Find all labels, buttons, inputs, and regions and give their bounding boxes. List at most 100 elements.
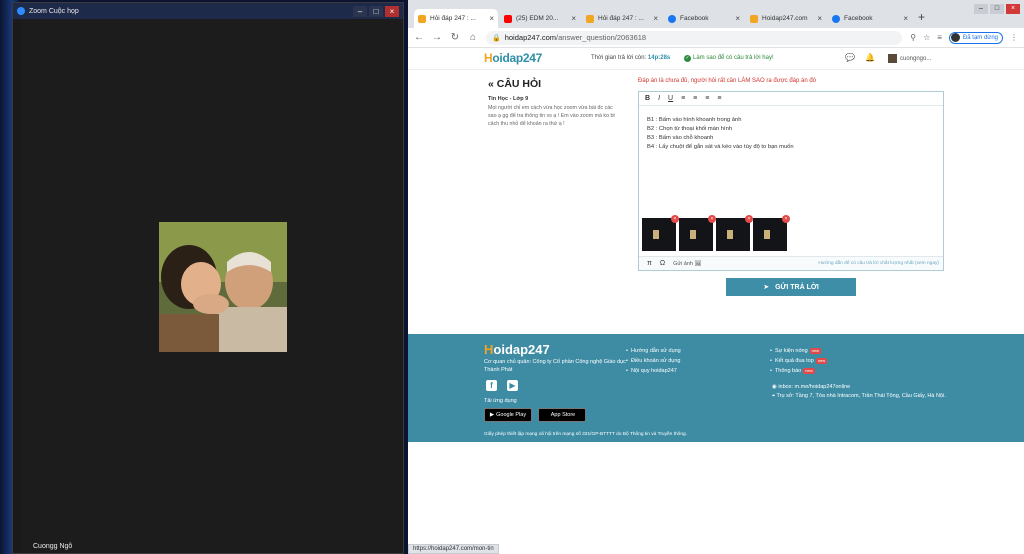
align-right-button[interactable]: ≡ [705,95,709,102]
home-icon[interactable]: ⌂ [468,32,478,43]
hoidap-favicon-icon [586,14,594,23]
chat-icon[interactable]: 💬 [845,53,855,62]
answer-line: B4 : Lấy chuột để gắn sát và kéo vào tùy… [647,144,794,150]
zoom-window: Zoom Cuộc họp – □ × Cuongg Ngô [12,2,404,554]
google-play-button[interactable]: ▶ Google Play [484,408,532,422]
status-bar-url: https://hoidap247.com/mon-tin [408,544,499,554]
submit-answer-button[interactable]: ➤ GỬI TRẢ LỜI [726,278,856,296]
bookmark-star-icon[interactable]: ☆ [923,33,930,42]
youtube-favicon-icon [504,14,512,23]
footer-owner: Cơ quan chủ quản: Công ty Cổ phần Công n… [484,359,626,373]
new-badge: new [815,357,828,364]
youtube-icon[interactable]: ▶ [507,380,518,391]
hoidap-favicon-icon [418,14,426,23]
remove-image-icon[interactable]: × [782,215,790,223]
browser-close-button[interactable]: × [1006,4,1020,14]
answer-guide-link[interactable]: Hướng dẫn để có câu trả lời chất lượng n… [818,261,939,266]
close-button[interactable]: × [385,5,399,17]
desktop: Zoom Cuộc họp – □ × Cuongg Ngô Hỏi đáp 2… [0,0,1024,554]
new-badge: new [803,367,815,374]
align-justify-button[interactable]: ≡ [717,95,721,102]
answer-line: B1 : Bấm vào hình khoanh trong ảnh [647,117,742,123]
inbox-link[interactable]: ◉ inbox: m.me/hoidap247online [772,383,962,392]
user-menu[interactable]: cuongngo... [888,54,931,63]
close-tab-icon[interactable]: × [653,14,658,23]
browser-window: Hỏi đáp 247 : ... × (25) EDM 20... × Hỏi… [408,0,1024,554]
reading-list-icon[interactable]: ≡ [937,33,942,42]
browser-toolbar: ← → ↻ ⌂ 🔒 hoidap247.com/answer_question/… [408,28,1024,48]
menu-kebab-icon[interactable]: ⋮ [1010,33,1018,42]
zoom-app-icon [17,7,25,15]
footer-news-item[interactable]: Thông báonew [770,366,827,376]
zoom-window-title: Zoom Cuộc họp [29,7,79,15]
question-heading[interactable]: « CÂU HỎI [488,78,541,90]
tab-0[interactable]: Hỏi đáp 247 : ... × [414,9,498,28]
footer-news: Sự kiện nóngnew Kết quả đua topnew Thông… [770,346,828,376]
user-avatar [888,54,897,63]
site-footer: Hoidap247 Cơ quan chủ quản: Công ty Cổ p… [408,334,1024,442]
facebook-icon[interactable]: f [486,380,497,391]
remove-image-icon[interactable]: × [745,215,753,223]
tab-5[interactable]: Facebook × [828,9,912,28]
footer-links: Hướng dẫn sử dụng Điều khoản sử dụng Nội… [626,346,681,376]
profile-button[interactable]: Đã tạm dừng [948,31,1003,44]
browser-minimize-button[interactable]: – [974,4,988,14]
tab-1[interactable]: (25) EDM 20... × [500,9,580,28]
site-header: Hoidap247 Thời gian trả lời còn: 14p:28s… [408,48,1024,70]
forward-arrow-icon[interactable]: → [432,32,442,43]
bold-button[interactable]: B [645,95,650,102]
underline-button[interactable]: U [668,95,673,102]
footer-link[interactable]: Điều khoản sử dụng [626,356,681,366]
editor-toolbar: B I U ≡ ≡ ≡ ≡ [639,92,943,106]
participant-name-label: Cuongg Ngô [33,543,73,550]
image-thumbnail[interactable]: × [716,215,753,251]
minimize-button[interactable]: – [353,5,367,17]
footer-logo[interactable]: Hoidap247 [484,342,550,357]
site-logo[interactable]: Hoidap247 [484,51,542,65]
close-tab-icon[interactable]: × [903,14,908,23]
close-tab-icon[interactable]: × [735,14,740,23]
address-bar[interactable]: 🔒 hoidap247.com/answer_question/2063618 [486,30,903,45]
facebook-favicon-icon [832,14,840,23]
app-store-button[interactable]: App Store [538,408,586,422]
bell-icon[interactable]: 🔔 [865,53,875,62]
zoom-titlebar[interactable]: Zoom Cuộc họp – □ × [13,3,403,19]
footer-link[interactable]: Nội quy hoidap247 [626,366,681,376]
align-left-button[interactable]: ≡ [681,95,685,102]
question-text: Mọi người chỉ em cách vừa học zoom vừa b… [488,105,615,127]
lock-icon: 🔒 [492,34,501,42]
facebook-favicon-icon [668,14,676,23]
align-center-button[interactable]: ≡ [693,95,697,102]
footer-news-item[interactable]: Sự kiện nóngnew [770,346,827,356]
tips-link[interactable]: ✓ Làm sao để có câu trả lời hay! [684,55,774,62]
italic-button[interactable]: I [658,95,660,102]
tab-3[interactable]: Facebook × [664,9,744,28]
image-thumbnail[interactable]: × [642,215,679,251]
image-thumbnail[interactable]: × [753,215,790,251]
omega-icon[interactable]: Ω [660,260,665,267]
editor-content[interactable]: B1 : Bấm vào hình khoanh trong ảnh B2 : … [639,106,943,162]
maximize-button[interactable]: □ [369,5,383,17]
close-tab-icon[interactable]: × [571,14,576,23]
zoom-magnifier-icon[interactable]: ⚲ [910,33,916,42]
reload-icon[interactable]: ↻ [450,32,460,43]
download-app-label: Tải ứng dụng [484,398,517,404]
browser-maximize-button[interactable]: □ [990,4,1004,14]
image-thumbnail[interactable]: × [679,215,716,251]
footer-link[interactable]: Hướng dẫn sử dụng [626,346,681,356]
close-tab-icon[interactable]: × [489,14,494,23]
close-tab-icon[interactable]: × [817,14,822,23]
remove-image-icon[interactable]: × [671,215,679,223]
answer-editor[interactable]: B I U ≡ ≡ ≡ ≡ B1 : Bấm vào hình khoanh t… [638,91,944,271]
back-arrow-icon[interactable]: ← [414,32,424,43]
tab-2[interactable]: Hỏi đáp 247 : ... × [582,9,662,28]
address-text: ⌖ Trụ sở: Tầng 7, Tòa nhà Intracom, Trần… [772,393,946,399]
new-tab-button[interactable]: + [918,10,925,24]
tab-4[interactable]: Hoidap247.com × [746,9,826,28]
attach-image-button[interactable]: Gửi ảnh 🖼 [673,261,701,267]
remove-image-icon[interactable]: × [708,215,716,223]
footer-news-item[interactable]: Kết quả đua topnew [770,356,828,366]
hoidap-favicon-icon [750,14,758,23]
send-icon: ➤ [763,284,770,291]
math-pi-icon[interactable]: π [647,260,652,267]
